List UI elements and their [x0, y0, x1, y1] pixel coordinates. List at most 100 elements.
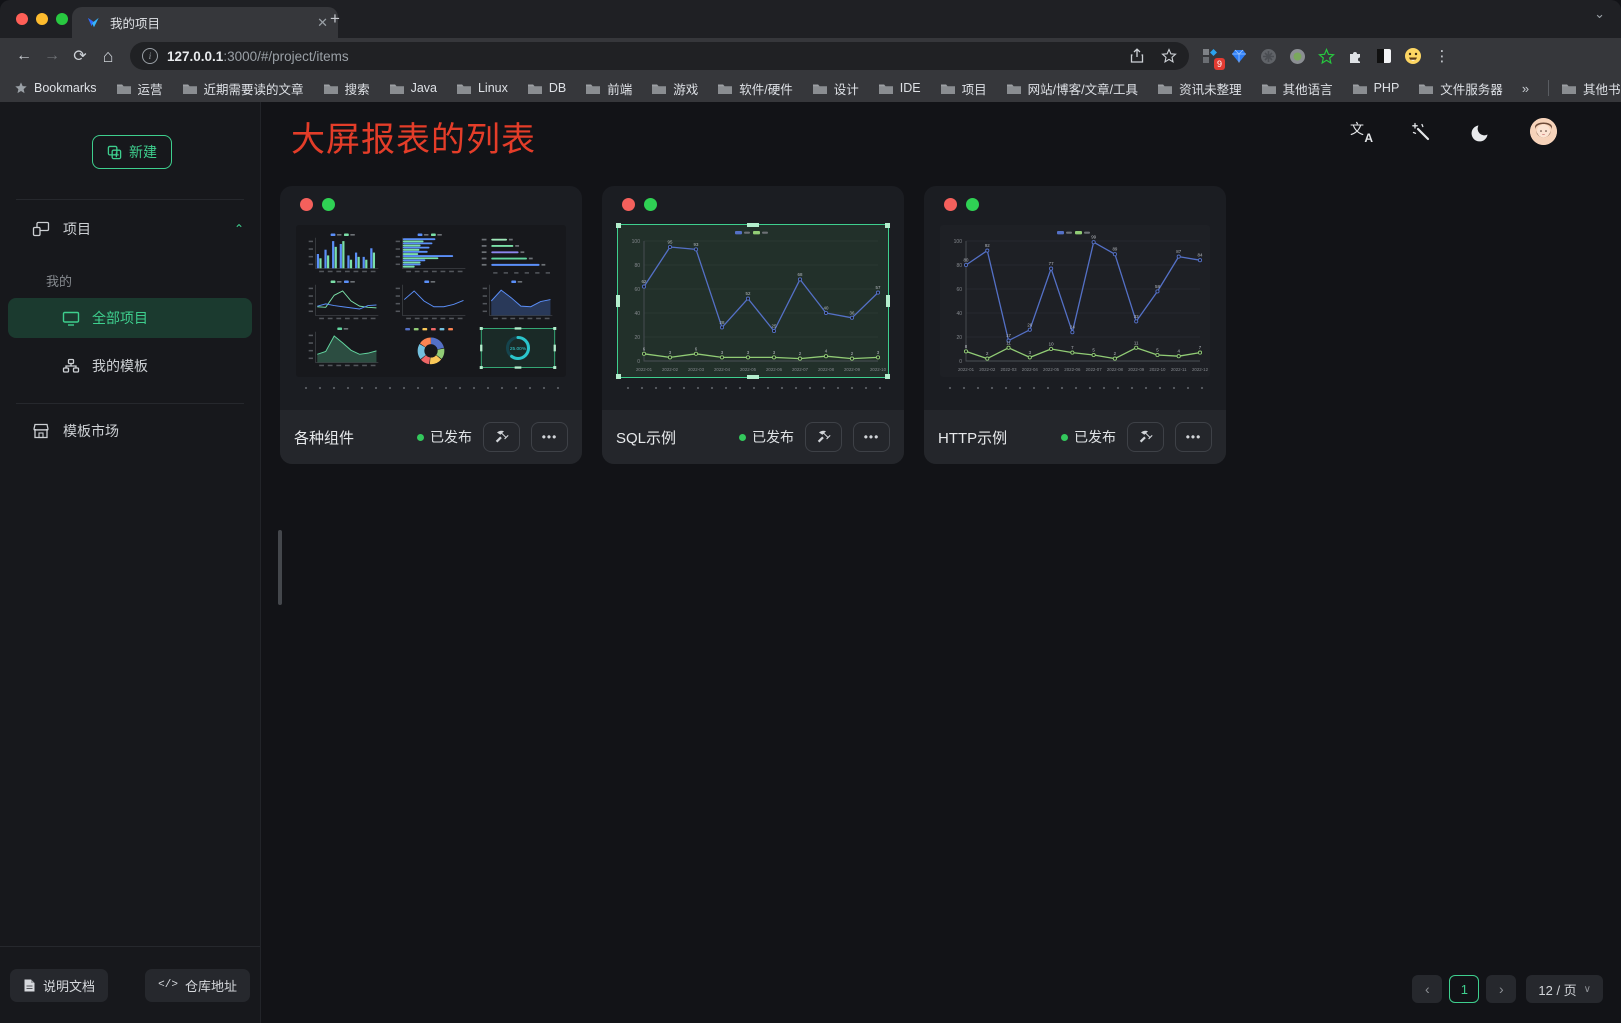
pagination: ‹ 1 › 12 / 页 ∨	[1412, 975, 1603, 1003]
chevron-up-icon[interactable]: ⌃	[234, 222, 244, 236]
selection-handle[interactable]	[616, 374, 621, 379]
folder-icon	[878, 82, 894, 95]
sidebar-item-all-projects[interactable]: 全部项目	[8, 298, 252, 338]
bookmark-star-icon[interactable]	[1161, 48, 1177, 64]
selection-handle[interactable]	[885, 223, 890, 228]
sidebar-item-my-templates[interactable]: 我的模板	[8, 346, 252, 386]
site-info-icon[interactable]: i	[142, 48, 158, 64]
card-window-dots	[622, 198, 657, 211]
project-card[interactable]: 0204060801002022-012022-022022-032022-04…	[924, 186, 1226, 464]
edit-button[interactable]	[805, 422, 842, 452]
language-icon[interactable]: 文A	[1350, 121, 1372, 143]
sidebar-item-template-market[interactable]: 模板市场	[16, 411, 244, 451]
svg-text:3: 3	[669, 350, 672, 355]
svg-text:2022-01: 2022-01	[636, 367, 653, 372]
selection-handle[interactable]	[616, 223, 621, 228]
selection-handle[interactable]	[885, 374, 890, 379]
extension-green-star-icon[interactable]	[1315, 45, 1337, 67]
extension-dark-circle-icon[interactable]	[1257, 45, 1279, 67]
svg-text:2: 2	[851, 351, 854, 356]
back-icon[interactable]: ←	[10, 42, 38, 70]
bookmark-folder[interactable]: PHP	[1352, 79, 1400, 98]
dotted-separator	[296, 385, 566, 389]
reload-icon[interactable]: ⟳	[66, 42, 94, 70]
next-page-button[interactable]: ›	[1486, 975, 1516, 1003]
new-tab-button[interactable]: +	[330, 9, 340, 29]
more-button[interactable]: •••	[531, 422, 568, 452]
share-icon[interactable]	[1129, 48, 1145, 64]
bookmarks-manager[interactable]: Bookmarks	[14, 81, 97, 95]
bookmark-folder[interactable]: 项目	[940, 79, 987, 98]
bookmark-folder[interactable]: 运营	[116, 79, 163, 98]
bookmark-folder[interactable]: Linux	[456, 79, 508, 98]
bookmark-folder[interactable]: DB	[527, 79, 566, 98]
extension-emoji-icon[interactable]	[1402, 45, 1424, 67]
folder-icon	[182, 82, 198, 95]
svg-text:11: 11	[1006, 340, 1011, 345]
card-preview-selected[interactable]: 0204060801002022-012022-022022-032022-04…	[618, 225, 888, 377]
current-page-button[interactable]: 1	[1449, 975, 1479, 1003]
edit-button[interactable]	[483, 422, 520, 452]
forward-icon[interactable]: →	[38, 42, 66, 70]
bookmark-folder[interactable]: 网站/博客/文章/工具	[1006, 79, 1138, 98]
docs-button[interactable]: 说明文档	[10, 969, 108, 1002]
selection-handle[interactable]	[747, 375, 759, 379]
extension-contrast-icon[interactable]	[1373, 45, 1395, 67]
page-size-select[interactable]: 12 / 页 ∨	[1526, 975, 1603, 1003]
bookmark-folder[interactable]: 游戏	[651, 79, 698, 98]
bookmarks-overflow-chevron[interactable]: »	[1522, 81, 1529, 96]
bookmark-folder[interactable]: 近期需要读的文章	[182, 79, 304, 98]
bookmark-folder[interactable]: 其他语言	[1261, 79, 1333, 98]
browser-tab[interactable]: 我的项目 ✕	[72, 7, 338, 38]
selection-handle[interactable]	[886, 295, 890, 307]
maximize-window-button[interactable]	[56, 13, 68, 25]
bookmark-folder[interactable]: 资讯未整理	[1157, 79, 1242, 98]
svg-text:0: 0	[959, 359, 962, 365]
svg-text:60: 60	[634, 287, 640, 293]
svg-text:92: 92	[985, 243, 990, 248]
green-dot	[966, 198, 979, 211]
bookmark-folder[interactable]: IDE	[878, 79, 921, 98]
more-button[interactable]: •••	[853, 422, 890, 452]
more-button[interactable]: •••	[1175, 422, 1212, 452]
bookmark-folder[interactable]: Java	[389, 79, 437, 98]
magic-wand-icon[interactable]	[1410, 121, 1432, 143]
extensions-puzzle-icon[interactable]	[1344, 45, 1366, 67]
svg-text:60: 60	[956, 287, 962, 293]
prev-page-button[interactable]: ‹	[1412, 975, 1442, 1003]
other-bookmarks-folder[interactable]: 其他书签	[1561, 79, 1621, 98]
extension-gem-icon[interactable]	[1228, 45, 1250, 67]
folder-icon	[456, 82, 472, 95]
status-badge: 已发布	[417, 427, 472, 447]
sidebar-group-project[interactable]: 项目 ⌃	[16, 208, 244, 250]
project-card[interactable]: 0204060801002022-012022-022022-032022-04…	[602, 186, 904, 464]
selection-handle[interactable]	[616, 295, 620, 307]
bookmark-folder[interactable]: 前端	[585, 79, 632, 98]
address-bar[interactable]: i 127.0.0.1:3000/#/project/items	[130, 42, 1189, 70]
home-icon[interactable]: ⌂	[94, 42, 122, 70]
new-project-button[interactable]: 新建	[92, 135, 172, 169]
svg-text:25: 25	[772, 324, 777, 329]
selection-handle[interactable]	[747, 223, 759, 227]
tab-close-icon[interactable]: ✕	[317, 16, 328, 29]
project-card[interactable]: 25.00% 各种组件 已发布 •••	[280, 186, 582, 464]
close-window-button[interactable]	[16, 13, 28, 25]
bookmark-folder[interactable]: 文件服务器	[1418, 79, 1503, 98]
user-avatar[interactable]	[1530, 118, 1557, 145]
card-preview[interactable]: 25.00%	[296, 225, 566, 377]
bookmark-folder[interactable]: 设计	[812, 79, 859, 98]
scrollbar-thumb[interactable]	[278, 530, 282, 605]
bookmark-folder[interactable]: 搜索	[323, 79, 370, 98]
edit-button[interactable]	[1127, 422, 1164, 452]
dark-mode-moon-icon[interactable]	[1470, 121, 1492, 143]
extension-record-circle-icon[interactable]	[1286, 45, 1308, 67]
bookmark-folder[interactable]: 软件/硬件	[717, 79, 792, 98]
svg-text:4: 4	[825, 349, 828, 354]
extension-grid-icon[interactable]: 9	[1199, 45, 1221, 67]
svg-text:80: 80	[964, 258, 969, 263]
card-preview[interactable]: 0204060801002022-012022-022022-032022-04…	[940, 225, 1210, 377]
repo-button[interactable]: </> 仓库地址	[145, 969, 250, 1002]
minimize-window-button[interactable]	[36, 13, 48, 25]
tab-search-chevron-icon[interactable]: ⌄	[1594, 6, 1605, 22]
browser-menu-icon[interactable]: ⋮	[1431, 45, 1453, 67]
